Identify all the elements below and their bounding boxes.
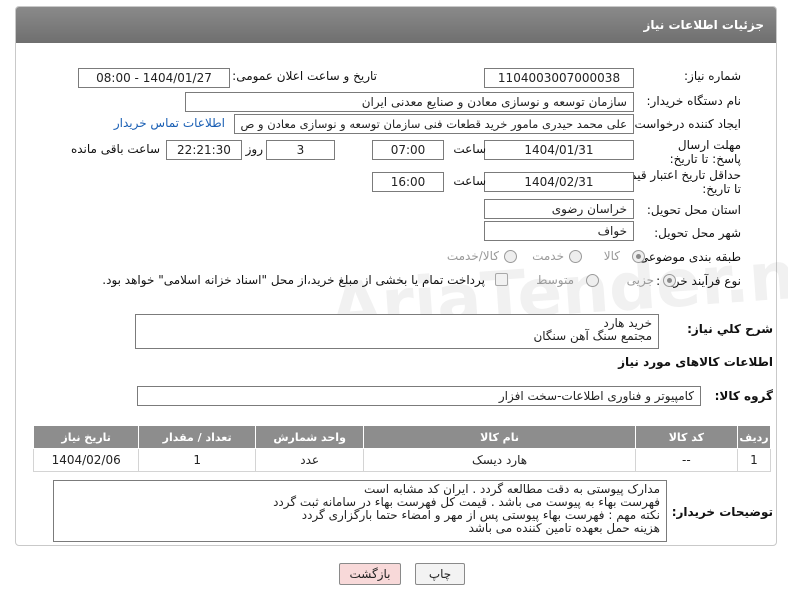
general-desc-label: شرح کلي نياز: bbox=[687, 322, 773, 336]
buyer-contact-link[interactable]: اطلاعات تماس خریدار bbox=[114, 116, 225, 130]
notes-line: هزینه حمل بعهده تامین کننده می باشد bbox=[468, 521, 660, 535]
buyer-org-label: نام دستگاه خریدار: bbox=[646, 94, 742, 108]
col-name-header: نام کالا bbox=[363, 425, 636, 449]
table-header-row: ردیف کد کالا نام کالا واحد شمارش تعداد /… bbox=[32, 425, 772, 449]
col-row-header: ردیف bbox=[736, 425, 772, 449]
subject-goods-radio[interactable] bbox=[632, 250, 645, 263]
table-row: 1 -- هارد دیسک عدد 1 1404/02/06 bbox=[32, 448, 772, 472]
process-minor-radio[interactable] bbox=[663, 274, 676, 287]
back-button[interactable]: بازگشت bbox=[339, 563, 401, 585]
buyer-notes-label: توضیحات خریدار: bbox=[671, 505, 773, 519]
validity-time-label: ساعت bbox=[453, 174, 486, 188]
goods-table: ردیف کد کالا نام کالا واحد شمارش تعداد /… bbox=[32, 425, 772, 472]
remaining-label: ساعت باقی مانده bbox=[70, 142, 160, 156]
reply-date-field: 1404/01/31 bbox=[484, 140, 634, 160]
process-medium-radio[interactable] bbox=[586, 274, 599, 287]
reply-days-field: 3 bbox=[266, 140, 335, 160]
cell-unit: عدد bbox=[254, 448, 365, 472]
col-qty-header: تعداد / مقدار bbox=[138, 425, 256, 449]
cell-code: -- bbox=[634, 448, 738, 472]
buyer-notes-box[interactable]: مدارک پیوستی به دقت مطالعه گردد . ایران … bbox=[53, 480, 667, 542]
col-unit-header: واحد شمارش bbox=[254, 425, 365, 449]
need-number-label: شماره نیاز: bbox=[684, 69, 741, 83]
goods-group-field: کامپیوتر و فناوری اطلاعات-سخت افزار bbox=[137, 386, 701, 406]
announce-datetime-label: تاریخ و ساعت اعلان عمومی: bbox=[232, 69, 377, 83]
cell-date: 1404/02/06 bbox=[32, 448, 140, 472]
province-label: استان محل تحویل: bbox=[646, 203, 741, 217]
reply-time-label: ساعت bbox=[453, 142, 486, 156]
cell-qty: 1 bbox=[138, 448, 256, 472]
remaining-time-field: 22:21:30 bbox=[166, 140, 242, 160]
treasury-payment-checkbox[interactable] bbox=[495, 273, 508, 286]
city-field: خواف bbox=[484, 221, 634, 241]
announce-datetime-field: 1404/01/27 - 08:00 bbox=[78, 68, 230, 88]
goods-info-heading: اطلاعات کالاهای مورد نیاز bbox=[618, 355, 773, 369]
need-number-field: 1104003007000038 bbox=[484, 68, 634, 88]
goods-group-label: گروه کالا: bbox=[714, 389, 773, 403]
col-code-header: کد کالا bbox=[634, 425, 738, 449]
payment-note: پرداخت تمام یا بخشی از مبلغ خرید،از محل … bbox=[102, 273, 485, 287]
general-desc-box[interactable]: خرید هارد مجتمع سنگ آهن سنگان bbox=[135, 314, 659, 349]
general-desc-line: مجتمع سنگ آهن سنگان bbox=[533, 329, 652, 343]
requester-field: علی محمد حیدری مامور خرید قطعات فنی سازم… bbox=[234, 114, 634, 134]
cell-name: هارد دیسک bbox=[363, 448, 636, 472]
validity-date-field: 1404/02/31 bbox=[484, 172, 634, 192]
subject-class-label: طبقه بندی موضوعی: bbox=[634, 250, 741, 264]
province-field: خراسان رضوی bbox=[484, 199, 634, 219]
process-medium-label: متوسط bbox=[536, 273, 574, 287]
subject-service-label: خدمت bbox=[532, 249, 564, 263]
col-date-header: تاریخ نیاز bbox=[32, 425, 140, 449]
buyer-org-field: سازمان توسعه و نوسازی معادن و صنايع معدن… bbox=[185, 92, 634, 112]
city-label: شهر محل تحویل: bbox=[654, 226, 741, 240]
panel-title: جزئیات اطلاعات نیاز bbox=[16, 7, 776, 43]
process-minor-label: جزیی bbox=[626, 273, 654, 287]
subject-goods-service-label: کالا/خدمت bbox=[446, 249, 499, 263]
requester-label: ایجاد کننده درخواست: bbox=[630, 117, 741, 131]
subject-goods-label: کالا bbox=[603, 249, 620, 263]
subject-service-radio[interactable] bbox=[569, 250, 582, 263]
print-button[interactable]: چاپ bbox=[415, 563, 465, 585]
validity-time-field: 16:00 bbox=[372, 172, 444, 192]
cell-row: 1 bbox=[736, 448, 772, 472]
reply-time-field: 07:00 bbox=[372, 140, 444, 160]
subject-goods-service-radio[interactable] bbox=[504, 250, 517, 263]
reply-deadline-label: مهلت ارسال پاسخ: تا تاریخ: bbox=[669, 138, 741, 166]
